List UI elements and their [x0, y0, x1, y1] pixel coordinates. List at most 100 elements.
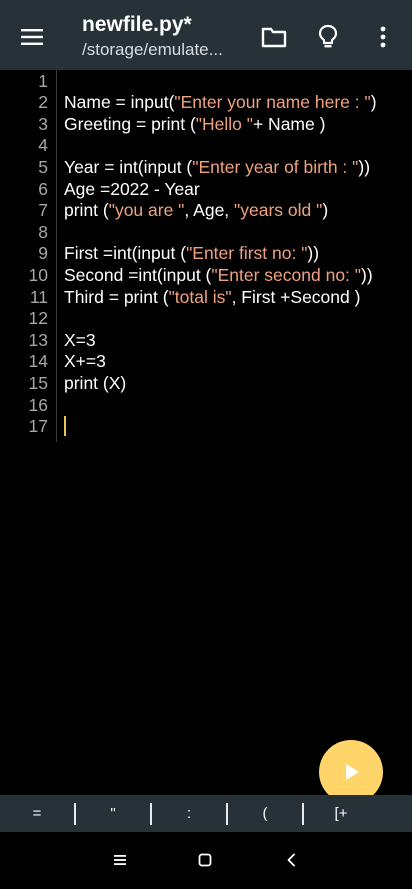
code-token: print (X)	[64, 372, 127, 393]
text-cursor	[64, 416, 66, 437]
line-code: print ("you are ", Age, "years old ")	[64, 200, 328, 222]
code-line[interactable]: 12	[0, 308, 412, 330]
line-code: Age =2022 - Year	[64, 179, 200, 201]
line-code: Year = int(input ("Enter year of birth :…	[64, 157, 370, 179]
line-number: 1	[38, 70, 48, 91]
line-number: 3	[38, 113, 48, 134]
code-token: X+=3	[64, 351, 106, 372]
symbol-bracket-key[interactable]: [+	[304, 795, 378, 832]
symbol-bar: = " : ( [+	[0, 795, 412, 832]
code-token: , Age,	[184, 200, 235, 221]
code-token: + Name )	[252, 113, 326, 134]
symbol-quote-key[interactable]: "	[76, 795, 150, 832]
code-token: Name = input(	[64, 92, 175, 113]
code-line[interactable]: 9 First =int(input ("Enter first no: "))	[0, 243, 412, 265]
code-token: Second =int(input (	[64, 264, 212, 285]
recent-apps-icon	[114, 855, 126, 865]
code-line[interactable]: 15 print (X)	[0, 373, 412, 395]
more-options-button[interactable]	[365, 19, 401, 55]
string-literal: "years old "	[234, 200, 323, 221]
symbol-paren-key[interactable]: (	[228, 795, 302, 832]
code-line[interactable]: 13 X=3	[0, 330, 412, 352]
string-literal: "Hello "	[195, 113, 253, 134]
code-line[interactable]: 17	[0, 416, 412, 438]
play-icon	[346, 764, 359, 780]
code-token: ))	[358, 156, 371, 177]
code-line[interactable]: 16	[0, 395, 412, 417]
string-literal: "you are "	[108, 200, 185, 221]
app: newfile.py* /storage/emulate... 1 2 Name =…	[0, 0, 412, 889]
line-number: 15	[28, 372, 48, 393]
code-line[interactable]: 5 Year = int(input ("Enter year of birth …	[0, 157, 412, 179]
code-line[interactable]: 6 Age =2022 - Year	[0, 179, 412, 201]
string-literal: "total is"	[168, 286, 232, 307]
line-number: 13	[28, 329, 48, 350]
code-line[interactable]: 4	[0, 135, 412, 157]
app-bar: newfile.py* /storage/emulate...	[0, 0, 412, 70]
menu-button[interactable]	[14, 19, 50, 55]
string-literal: "Enter year of birth : "	[192, 156, 359, 177]
system-nav-bar	[0, 832, 412, 889]
line-code: First =int(input ("Enter first no: "))	[64, 243, 319, 265]
line-code: X+=3	[64, 351, 106, 373]
file-path: /storage/emulate...	[82, 40, 223, 59]
line-code: X=3	[64, 330, 96, 352]
code-token: ))	[361, 264, 373, 285]
line-number: 10	[28, 264, 48, 285]
line-number: 7	[38, 200, 48, 221]
code-line[interactable]: 14 X+=3	[0, 351, 412, 373]
line-number: 17	[28, 416, 48, 437]
back-button[interactable]	[275, 844, 307, 876]
symbol-equals-key[interactable]: =	[0, 795, 74, 832]
line-code: Third = print ("total is", First +Second…	[64, 287, 360, 309]
line-code	[64, 416, 66, 439]
string-literal: "Enter second no: "	[211, 264, 361, 285]
line-number: 5	[38, 156, 48, 177]
symbol-separator	[74, 802, 76, 825]
hint-button[interactable]	[310, 19, 346, 55]
code-line[interactable]: 11 Third = print ("total is", First +Seco…	[0, 287, 412, 309]
more-vert-icon	[380, 26, 386, 48]
recent-apps-button[interactable]	[104, 844, 136, 876]
line-code: Name = input("Enter your name here : ")	[64, 92, 377, 114]
folder-icon	[261, 27, 287, 48]
code-token: First =int(input (	[64, 243, 187, 264]
code-token: Age =2022 - Year	[64, 178, 200, 199]
code-token: )	[370, 92, 377, 113]
home-icon	[198, 853, 212, 867]
code-line[interactable]: 1	[0, 71, 412, 93]
lightbulb-icon	[318, 24, 338, 48]
code-line[interactable]: 10 Second =int(input ("Enter second no: "…	[0, 265, 412, 287]
line-number: 16	[28, 394, 48, 415]
code-line[interactable]: 7 print ("you are ", Age, "years old ")	[0, 200, 412, 222]
hamburger-menu-icon	[21, 29, 43, 45]
code-token: Greeting = print (	[64, 113, 196, 134]
code-line[interactable]: 2 Name = input("Enter your name here : ")	[0, 92, 412, 114]
line-number: 9	[38, 243, 48, 264]
code-line[interactable]: 3 Greeting = print ("Hello "+ Name )	[0, 114, 412, 136]
line-number: 12	[28, 308, 48, 329]
symbol-separator	[226, 802, 228, 825]
line-code: print (X)	[64, 373, 126, 395]
code-token: print (	[64, 200, 109, 221]
line-code: Second =int(input ("Enter second no: "))	[64, 265, 373, 287]
symbol-colon-key[interactable]: :	[152, 795, 226, 832]
string-literal: "Enter first no: "	[186, 243, 308, 264]
line-number: 8	[38, 221, 48, 242]
code-token: X=3	[64, 329, 96, 350]
home-button[interactable]	[189, 844, 221, 876]
code-token: Third = print (	[64, 286, 169, 307]
line-number: 4	[38, 135, 48, 156]
code-line[interactable]: 8	[0, 222, 412, 244]
open-folder-button[interactable]	[256, 19, 292, 55]
file-title: newfile.py*	[82, 13, 192, 36]
code-token: Year = int(input (	[64, 156, 193, 177]
line-number: 11	[29, 286, 48, 307]
title-block: newfile.py* /storage/emulate...	[82, 12, 252, 62]
line-number: 6	[38, 178, 48, 199]
back-icon	[287, 853, 295, 867]
line-code: Greeting = print ("Hello "+ Name )	[64, 114, 325, 136]
code-editor[interactable]: 1 2 Name = input("Enter your name here : "…	[0, 70, 412, 795]
code-token: , First +Second )	[231, 286, 361, 307]
code-token: )	[322, 200, 329, 221]
